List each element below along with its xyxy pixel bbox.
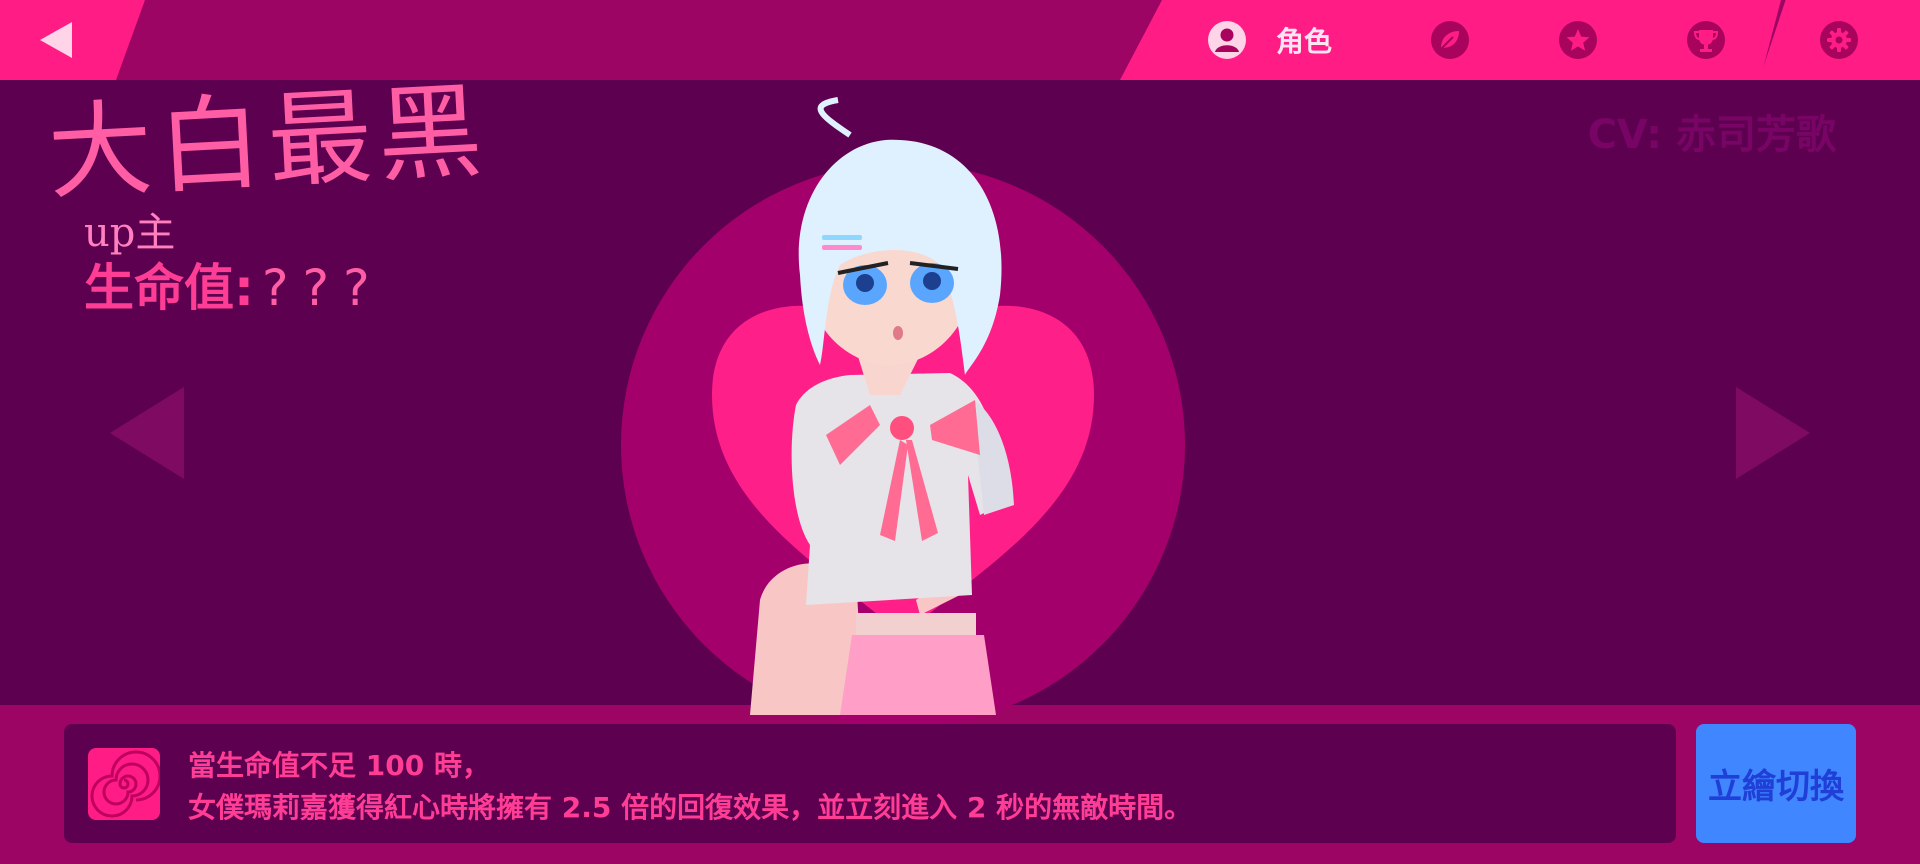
star-icon xyxy=(1559,21,1597,59)
person-icon xyxy=(1207,21,1246,59)
skill-description-line-1: 當生命值不足 100 時， xyxy=(188,749,490,782)
trophy-icon xyxy=(1687,21,1725,59)
tab-character[interactable]: 角色 xyxy=(1120,0,1420,80)
gear-icon xyxy=(1820,21,1858,59)
hp-row: 生命值:??? xyxy=(84,248,384,320)
spiral-icon xyxy=(88,748,160,820)
tab-leaf[interactable] xyxy=(1375,0,1525,80)
tab-trophy[interactable] xyxy=(1631,0,1781,80)
right-arrow-icon[interactable] xyxy=(1732,385,1812,481)
character-name: 大白最黑 xyxy=(45,69,491,215)
hp-value: ??? xyxy=(262,259,384,317)
back-button[interactable] xyxy=(0,0,145,80)
skill-panel: 當生命值不足 100 時， 女僕瑪莉嘉獲得紅心時將擁有 2.5 倍的回復效果，並… xyxy=(64,724,1676,843)
portrait-switch-button[interactable]: 立繪切換 xyxy=(1696,724,1856,843)
top-bar: 角色 xyxy=(0,0,1920,80)
voice-actor-label: CV: 赤司芳歌 xyxy=(1587,112,1836,158)
hp-label: 生命值: xyxy=(84,259,254,317)
left-arrow-icon[interactable] xyxy=(108,385,188,481)
tab-character-label: 角色 xyxy=(1275,25,1332,58)
leaf-icon xyxy=(1431,21,1469,59)
tab-bar: 角色 xyxy=(1120,0,1920,80)
tab-star[interactable] xyxy=(1503,0,1653,80)
back-triangle-icon xyxy=(40,22,72,58)
tab-settings[interactable] xyxy=(1759,0,1920,80)
skill-description-line-2: 女僕瑪莉嘉獲得紅心時將擁有 2.5 倍的回復效果，並立刻進入 2 秒的無敵時間。 xyxy=(188,791,1193,824)
character-portrait xyxy=(621,97,1185,725)
